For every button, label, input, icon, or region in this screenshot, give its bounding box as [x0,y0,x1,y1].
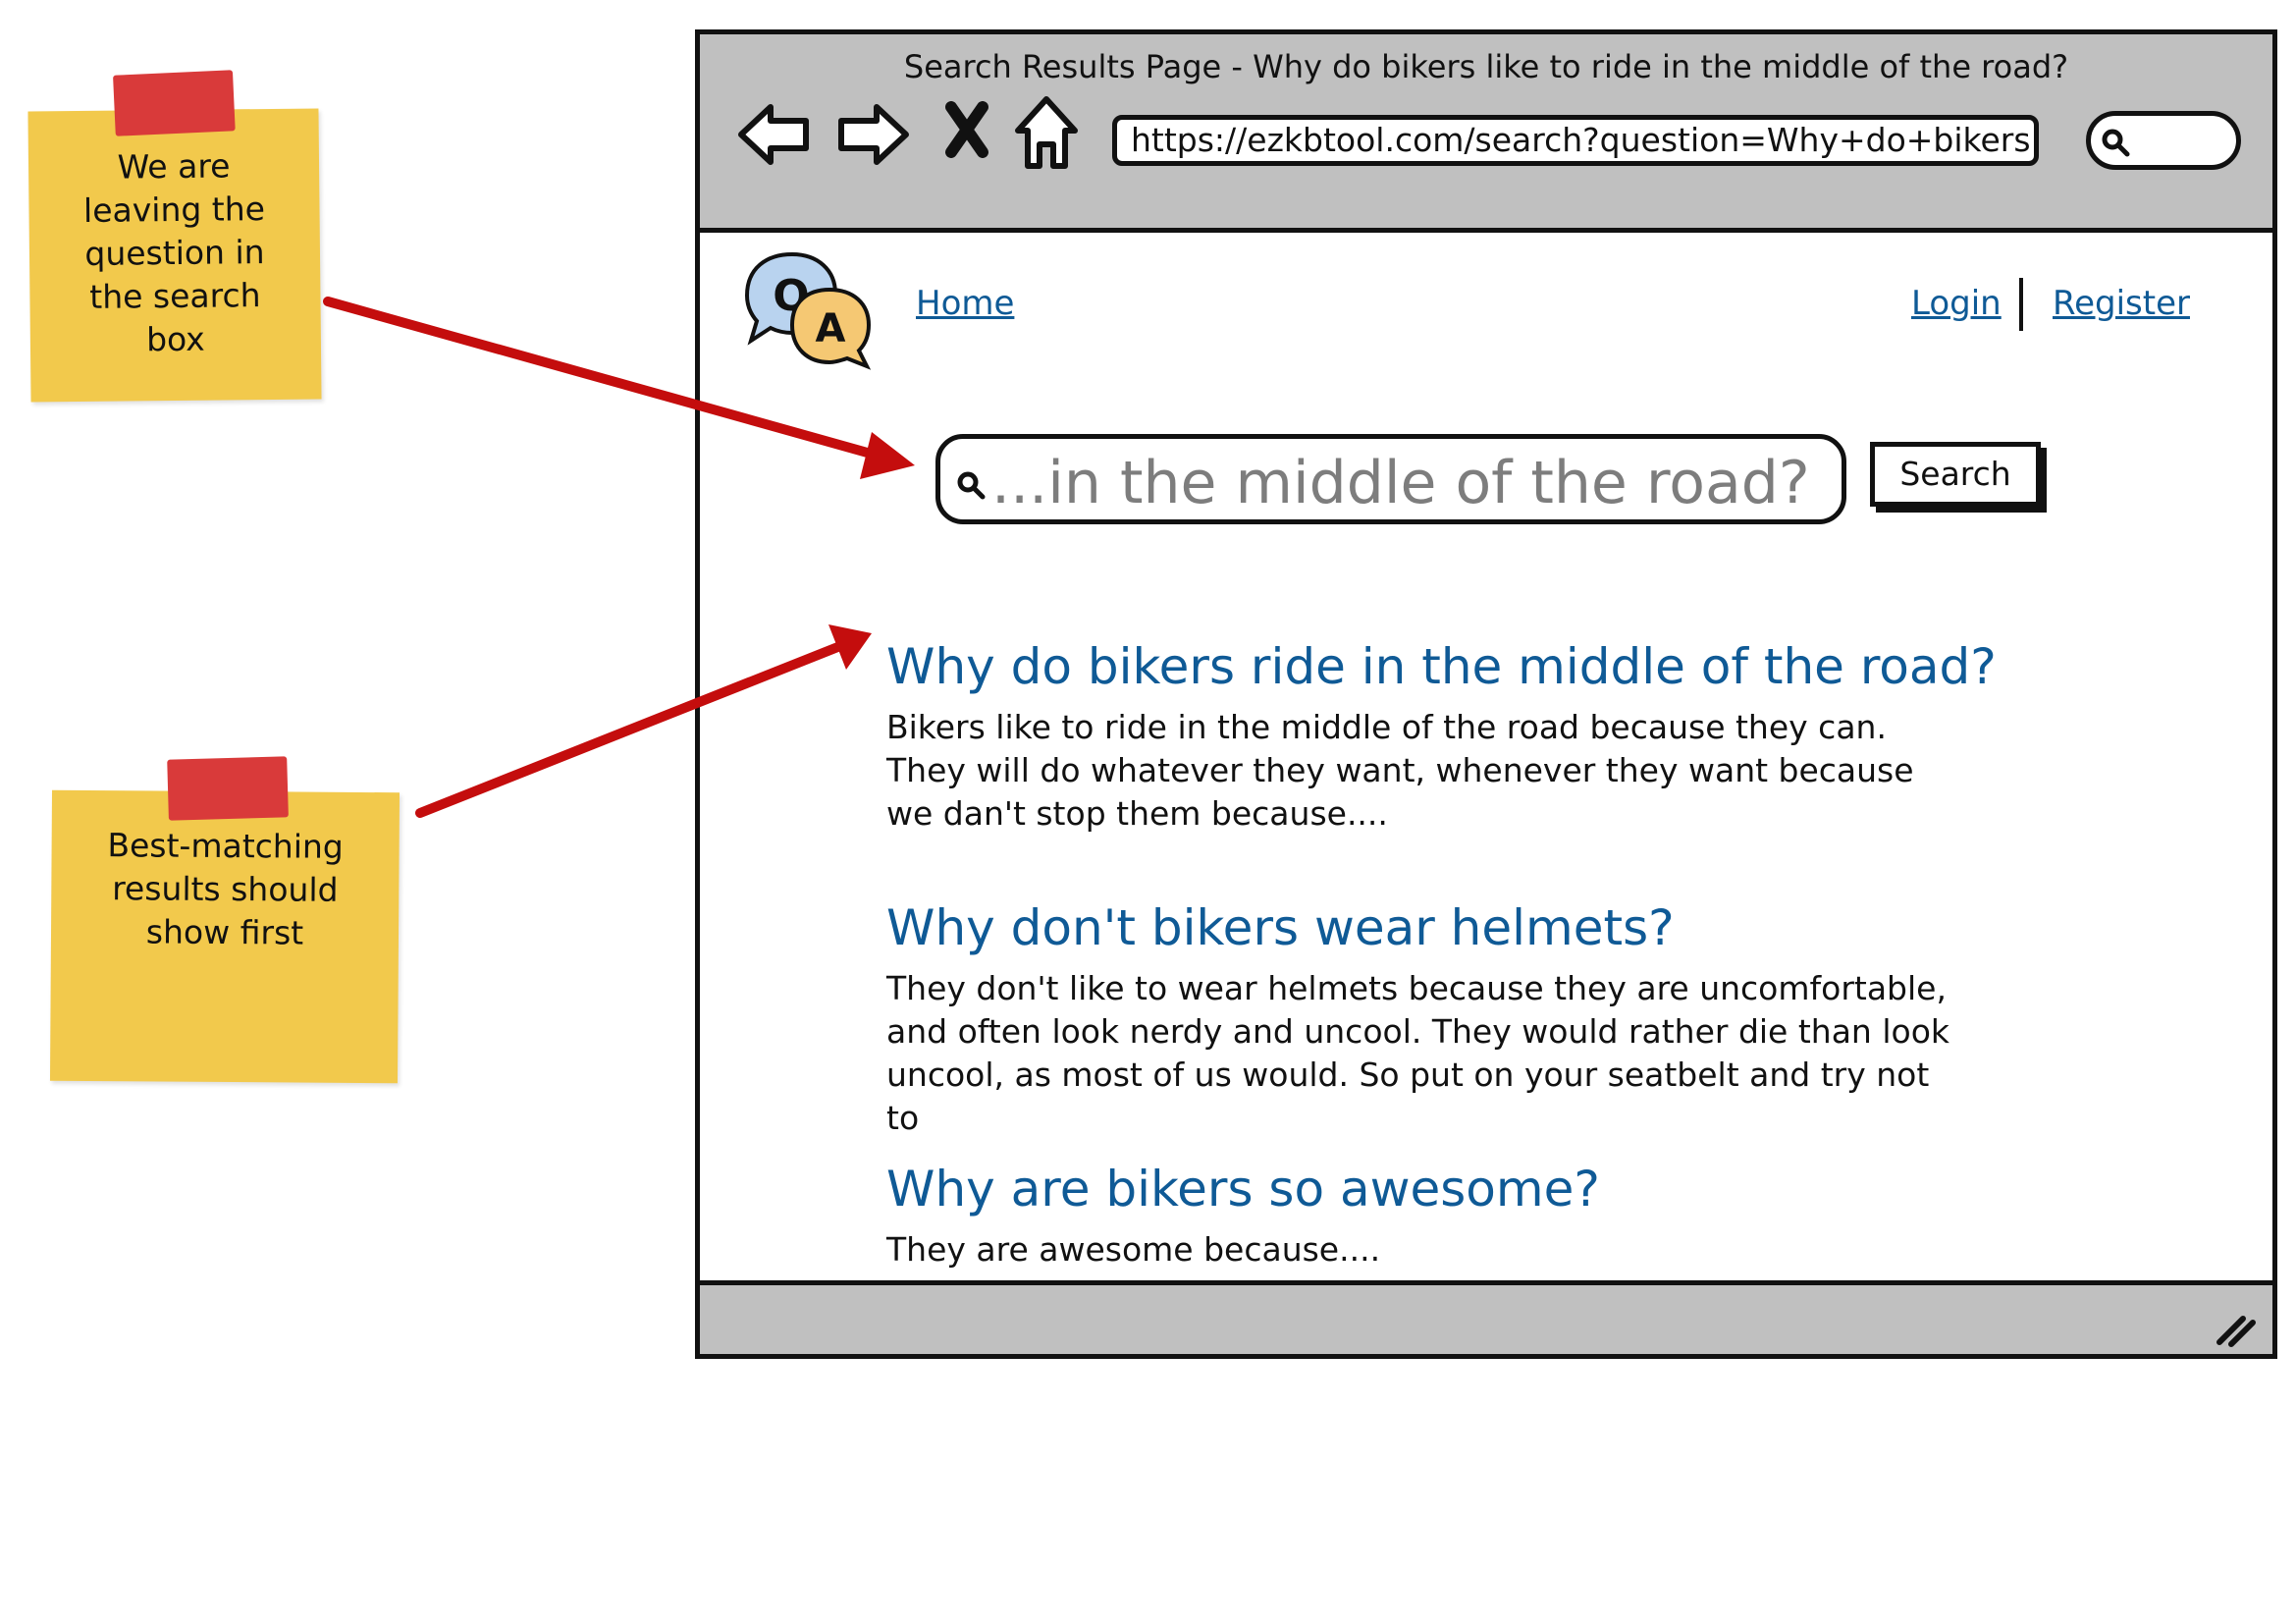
nav-divider [2019,278,2023,331]
nav-home-link[interactable]: Home [916,284,1014,323]
svg-text:A: A [816,306,846,352]
search-icon [2102,129,2130,157]
browser-window: Search Results Page - Why do bikers like… [695,29,2277,1359]
login-link[interactable]: Login [1911,284,2002,323]
result-snippet: They don't like to wear helmets because … [886,969,1949,1137]
search-button[interactable]: Search [1870,442,2041,507]
tape [113,70,236,136]
page-content: Q A Home Login Register ...in the middle… [700,233,2272,1295]
result-title-link[interactable]: Why do bikers ride in the middle of the … [886,635,2025,698]
result-title-link[interactable]: Why are bikers so awesome? [886,1158,2025,1220]
back-icon[interactable] [735,99,814,170]
register-link[interactable]: Register [2053,284,2190,323]
search-input[interactable]: ...in the middle of the road? [935,434,1846,524]
sticky-note-text: Best-matching results should show first [107,826,344,952]
tape [167,756,289,821]
stop-icon[interactable] [943,101,990,158]
browser-titlebar: Search Results Page - Why do bikers like… [700,34,2272,233]
sticky-note-best-matching: Best-matching results should show first [49,756,400,1084]
search-input-value: ...in the middle of the road? [991,449,1810,517]
result-snippet: They are awesome because.... [886,1230,1381,1269]
resize-grip-icon[interactable] [2214,1309,2259,1348]
qa-chat-bubbles-icon: Q A [744,251,872,370]
search-result: Why do bikers ride in the middle of the … [886,635,2025,836]
sticky-note-search-box: We are leaving the question in the searc… [27,70,322,403]
window-title: Search Results Page - Why do bikers like… [903,48,2069,85]
result-title-link[interactable]: Why don't bikers wear helmets? [886,896,2025,959]
sticky-note-text: We are leaving the question in the searc… [82,146,266,359]
result-snippet: Bikers like to ride in the middle of the… [886,708,1914,833]
search-result: Why don't bikers wear helmets? They don'… [886,896,2025,1140]
browser-statusbar [700,1280,2272,1354]
browser-search-field[interactable] [2086,111,2241,170]
forward-icon[interactable] [833,99,912,170]
address-bar[interactable]: https://ezkbtool.com/search?question=Why… [1112,115,2039,166]
search-icon [957,471,986,500]
home-icon[interactable] [1012,93,1081,172]
search-result: Why are bikers so awesome? They are awes… [886,1158,2025,1272]
